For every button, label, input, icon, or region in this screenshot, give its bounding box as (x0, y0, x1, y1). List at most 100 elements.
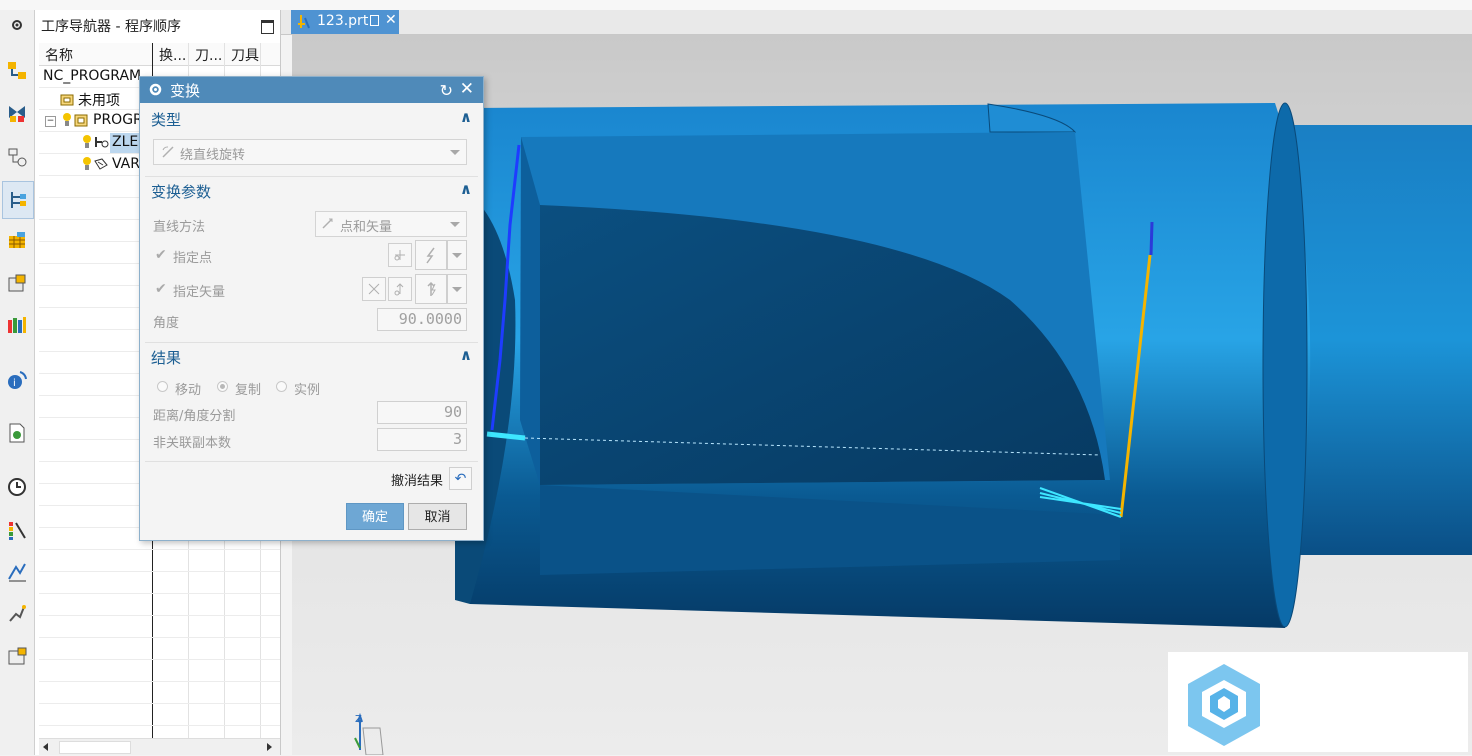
visualization-icon[interactable] (4, 517, 30, 543)
tab-label: 123.prt (317, 13, 369, 29)
chevron-down-icon (450, 150, 460, 155)
row-divider (39, 593, 280, 594)
shaft-right-section (1290, 125, 1472, 555)
copies-label: 非关联副本数 (153, 436, 232, 451)
collapse-section-icon[interactable]: ∧ (460, 346, 472, 364)
row-divider (39, 615, 280, 616)
check-icon: ✔ (155, 247, 167, 263)
point-dialog-button[interactable] (388, 243, 412, 267)
check-icon: ✔ (155, 281, 167, 297)
row-divider (39, 637, 280, 638)
cancel-button[interactable]: 取消 (408, 503, 467, 530)
collapse-icon[interactable]: − (45, 116, 56, 127)
line-method-value: 点和矢量 (340, 220, 393, 235)
role-icon[interactable] (4, 312, 30, 338)
info-icon[interactable]: i (4, 367, 30, 393)
web-browser-icon[interactable] (4, 420, 30, 446)
dialog-title-bar[interactable]: 变换 ↻ ✕ (140, 77, 483, 103)
section-params-header[interactable]: 变换参数 ∧ (145, 176, 478, 205)
maximize-icon[interactable] (261, 20, 274, 34)
section-type-header[interactable]: 类型 ∧ (145, 105, 478, 133)
radio-copy[interactable] (217, 381, 228, 392)
radio-instance-label: 实例 (294, 383, 321, 398)
type-select-value: 绕直线旋转 (180, 148, 246, 163)
system-material-icon[interactable] (4, 644, 30, 670)
tab-123-prt[interactable]: 123.prt ✕ (291, 10, 399, 34)
constraint-navigator-icon[interactable] (4, 100, 30, 126)
inferred-vector-button[interactable] (415, 274, 447, 304)
reverse-direction-button[interactable] (362, 277, 386, 301)
row-divider (39, 571, 280, 572)
motion-icon[interactable] (4, 600, 30, 626)
ok-button[interactable]: 确定 (346, 503, 404, 530)
point-options-dropdown[interactable] (447, 240, 467, 270)
undo-icon: ↶ (454, 470, 467, 487)
operation-navigator-icon[interactable] (2, 181, 34, 219)
part-navigator-icon[interactable] (4, 144, 30, 170)
row-divider (39, 549, 280, 550)
undo-result-label: 撤消结果 (391, 474, 444, 489)
analysis-icon[interactable] (4, 559, 30, 585)
cylinder-end-face (1262, 102, 1308, 628)
scrollbar-thumb[interactable] (59, 741, 131, 754)
document-tab-strip: 123.prt ✕ (281, 10, 1472, 35)
horizontal-scrollbar[interactable] (39, 738, 280, 755)
close-icon[interactable]: ✕ (460, 79, 474, 99)
scroll-right-icon[interactable] (267, 743, 272, 751)
divisions-input[interactable]: 90 (377, 401, 467, 424)
section-result-header[interactable]: 结果 ∧ (145, 342, 478, 371)
line-method-select[interactable]: 点和矢量 (315, 211, 467, 237)
radio-copy-label: 复制 (235, 383, 262, 398)
rotate-about-line-icon (160, 144, 176, 164)
chevron-down-icon (450, 222, 460, 227)
row-divider (39, 659, 280, 660)
angle-input[interactable]: 90.0000 (377, 308, 467, 331)
navigator-column-header: 名称 换... 刀... 刀具 (39, 43, 280, 66)
machine-navigator-icon[interactable] (4, 228, 30, 254)
tree-row-program[interactable]: PROGR (93, 112, 143, 128)
radio-instance[interactable] (276, 381, 287, 392)
settings-icon[interactable] (4, 12, 30, 38)
svg-text:Z: Z (355, 714, 362, 725)
column-name[interactable]: 名称 (45, 45, 73, 65)
history-icon[interactable] (4, 474, 30, 500)
copies-input[interactable]: 3 (377, 428, 467, 451)
line-method-label: 直线方法 (153, 220, 206, 235)
modified-icon (370, 15, 379, 26)
dialog-title: 变换 (170, 82, 201, 100)
radio-move[interactable] (157, 381, 168, 392)
tree-row-nc-program[interactable]: NC_PROGRAM (43, 68, 141, 84)
svg-text:i: i (13, 378, 16, 389)
vector-options-dropdown[interactable] (447, 274, 467, 304)
specify-point-label: 指定点 (173, 251, 213, 266)
type-select[interactable]: 绕直线旋转 (153, 139, 467, 165)
collapse-section-icon[interactable]: ∧ (460, 180, 472, 198)
scroll-left-icon[interactable] (43, 743, 48, 751)
column-tool-path[interactable]: 刀... (195, 45, 222, 65)
divisions-label: 距离/角度分割 (153, 409, 236, 424)
column-tool[interactable]: 刀具 (231, 45, 259, 65)
reuse-library-icon[interactable] (4, 271, 30, 297)
bulb-icon (82, 156, 92, 176)
folder-icon (60, 92, 74, 110)
tree-row-unused[interactable]: 未用项 (78, 90, 120, 110)
tree-row-variable[interactable]: VAR (112, 156, 140, 172)
inferred-point-button[interactable] (415, 240, 447, 270)
undo-result-button[interactable]: ↶ (449, 467, 472, 490)
section-params-title: 变换参数 (151, 183, 212, 201)
chevron-down-icon (452, 252, 462, 258)
close-tab-icon[interactable]: ✕ (385, 12, 397, 28)
angle-label: 角度 (153, 316, 180, 331)
vector-dialog-button[interactable] (388, 277, 412, 301)
part-file-icon (297, 14, 311, 34)
reset-icon[interactable]: ↻ (440, 81, 453, 100)
column-tool-change[interactable]: 换... (159, 45, 186, 65)
radio-move-label: 移动 (175, 383, 202, 398)
bulb-icon (62, 112, 72, 132)
assembly-navigator-icon[interactable] (4, 58, 30, 84)
gear-icon (148, 82, 163, 101)
resource-bar: i (0, 10, 35, 755)
transform-dialog: 变换 ↻ ✕ 类型 ∧ 绕直线旋转 变换参数 ∧ 直线方法 点和矢量 ✔ 指定点… (139, 76, 484, 541)
program-group-icon (74, 113, 88, 131)
collapse-section-icon[interactable]: ∧ (460, 108, 472, 126)
